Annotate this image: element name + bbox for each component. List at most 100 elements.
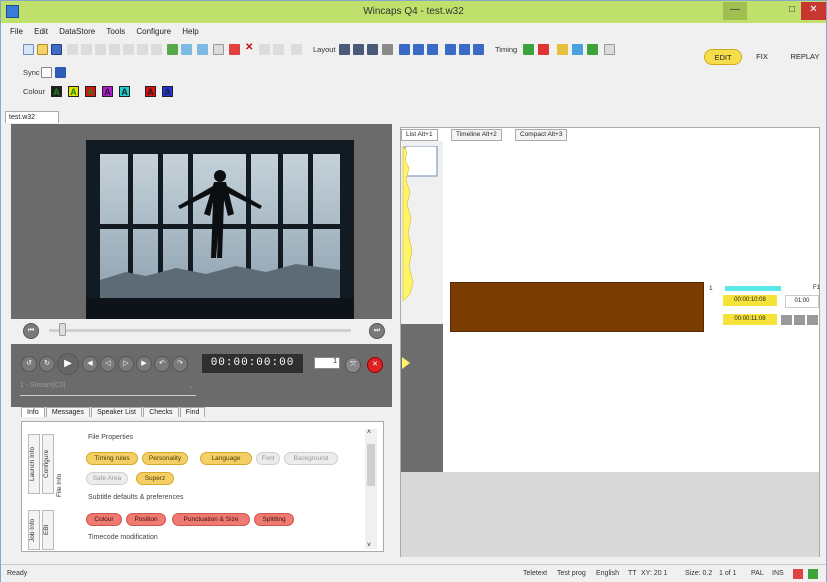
punctuation-size-button[interactable]: Punctuation & Size [172, 513, 250, 526]
alert-icon[interactable] [793, 569, 803, 579]
lock-icon[interactable] [604, 44, 615, 55]
side-tab-job-info[interactable]: Job Info [28, 510, 40, 550]
colour-swatch-2[interactable]: A [68, 86, 79, 97]
font-button[interactable]: Font [256, 452, 280, 465]
menu-edit[interactable]: Edit [34, 27, 48, 36]
tab-speaker-list[interactable]: Speaker List [91, 407, 142, 417]
paste-icon[interactable] [123, 44, 134, 55]
subtitle-text-area[interactable] [450, 282, 704, 332]
colour-swatch-3[interactable]: A [85, 86, 96, 97]
side-tab-configure[interactable]: Configure [42, 434, 54, 494]
split-icon[interactable] [181, 44, 192, 55]
colour-swatch-4[interactable]: A [102, 86, 113, 97]
subtitle-option-3[interactable] [807, 315, 818, 325]
column-icon[interactable] [473, 44, 484, 55]
side-tab-ebi[interactable]: EBI [42, 510, 54, 550]
frame-back-icon[interactable]: ◁ [100, 356, 116, 372]
frame-forward-icon[interactable]: ▷ [118, 356, 134, 372]
replay-mode-button[interactable]: REPLAY [785, 49, 825, 65]
tab-find[interactable]: Find [179, 407, 206, 417]
shot-change-icon[interactable] [557, 44, 568, 55]
tab-info[interactable]: Info [21, 407, 45, 417]
previous-icon[interactable]: ⏮ [23, 323, 39, 339]
side-tab-launch-info[interactable]: Launch Info [28, 434, 40, 494]
personality-button[interactable]: Personality [142, 452, 188, 465]
align-left-icon[interactable] [339, 44, 350, 55]
cut-icon[interactable] [95, 44, 106, 55]
timing-in-icon[interactable] [523, 44, 534, 55]
align-right-icon[interactable] [367, 44, 378, 55]
colour-swatch-1[interactable]: A [51, 86, 62, 97]
delete-icon[interactable]: ✕ [245, 42, 253, 53]
close-button[interactable]: ✕ [801, 2, 826, 20]
play-icon[interactable]: ▶ [57, 353, 79, 375]
tab-list[interactable]: List Alt+1 [401, 129, 438, 141]
flag-icon[interactable] [229, 44, 240, 55]
tab-checks[interactable]: Checks [143, 407, 179, 417]
insert-icon[interactable] [167, 44, 178, 55]
menu-help[interactable]: Help [182, 27, 198, 36]
colour-button[interactable]: Colour [86, 513, 122, 526]
sync-source-icon[interactable] [41, 67, 52, 78]
fullscreen-icon[interactable]: ⤧ [345, 357, 361, 373]
undo-icon[interactable] [67, 44, 78, 55]
tab-messages[interactable]: Messages [45, 407, 90, 417]
step-back-icon[interactable]: ◀ [82, 356, 98, 372]
loop-icon[interactable]: ↻ [39, 356, 55, 372]
fix-mode-button[interactable]: FIX [748, 49, 776, 65]
splitting-button[interactable]: Splitting [254, 513, 294, 526]
menu-file[interactable]: File [10, 27, 23, 36]
sync-lock-icon[interactable] [55, 67, 66, 78]
menu-tools[interactable]: Tools [106, 27, 125, 36]
minimize-button[interactable]: — [723, 2, 747, 20]
subtitle-option-2[interactable] [794, 315, 805, 325]
align-center-icon[interactable] [353, 44, 364, 55]
open-folder-icon[interactable] [37, 44, 48, 55]
page-icon[interactable] [213, 44, 224, 55]
justify-icon[interactable] [382, 44, 393, 55]
mark-out-icon[interactable]: ↷ [172, 356, 188, 372]
box-icon[interactable] [445, 44, 456, 55]
copy-icon[interactable] [109, 44, 120, 55]
superz-button[interactable]: Superz [136, 472, 174, 485]
find-icon[interactable] [137, 44, 148, 55]
retime-icon[interactable] [572, 44, 583, 55]
scroll-up-icon[interactable]: ˄ [367, 429, 371, 436]
rewind-icon[interactable]: ↺ [21, 356, 37, 372]
snap-icon[interactable] [587, 44, 598, 55]
side-tab-file-info[interactable]: File Info [56, 458, 67, 513]
maximize-button[interactable]: □ [781, 2, 803, 20]
frame-field[interactable]: 1 [314, 357, 340, 369]
merge-icon[interactable] [197, 44, 208, 55]
spell-icon[interactable] [291, 44, 302, 55]
file-tab[interactable]: test.w32 [5, 111, 59, 123]
row-icon[interactable] [459, 44, 470, 55]
out-timecode[interactable]: 00:00:11:08 [723, 314, 777, 325]
colour-swatch-6[interactable]: A [145, 86, 156, 97]
edit-mode-button[interactable]: EDIT [704, 49, 742, 65]
background-button[interactable]: Background [284, 452, 338, 465]
in-timecode[interactable]: 00:00:10:08 [723, 295, 777, 306]
seek-slider-handle[interactable] [59, 323, 66, 336]
tab-compact[interactable]: Compact Alt+3 [515, 129, 568, 141]
duration-field[interactable]: 01:00 [785, 295, 819, 308]
bold-icon[interactable] [259, 44, 270, 55]
mark-in-icon[interactable]: ↶ [154, 356, 170, 372]
stop-icon[interactable]: ✕ [367, 357, 383, 373]
network-icon[interactable] [808, 569, 818, 579]
stream-select[interactable]: 1 - Stream[C0] ⌄ [20, 382, 196, 396]
next-icon[interactable]: ⏭ [369, 323, 385, 339]
menu-datastore[interactable]: DataStore [59, 27, 95, 36]
info-scrollbar-thumb[interactable] [367, 444, 375, 486]
new-file-icon[interactable] [23, 44, 34, 55]
position-button[interactable]: Position [126, 513, 166, 526]
position-bottom-icon[interactable] [427, 44, 438, 55]
safe-area-button[interactable]: Safe Area [86, 472, 128, 485]
menu-configure[interactable]: Configure [136, 27, 171, 36]
subtitle-option-1[interactable] [781, 315, 792, 325]
position-top-icon[interactable] [399, 44, 410, 55]
timing-out-icon[interactable] [538, 44, 549, 55]
seek-slider[interactable] [49, 329, 351, 332]
position-middle-icon[interactable] [413, 44, 424, 55]
colour-swatch-5[interactable]: A [119, 86, 130, 97]
